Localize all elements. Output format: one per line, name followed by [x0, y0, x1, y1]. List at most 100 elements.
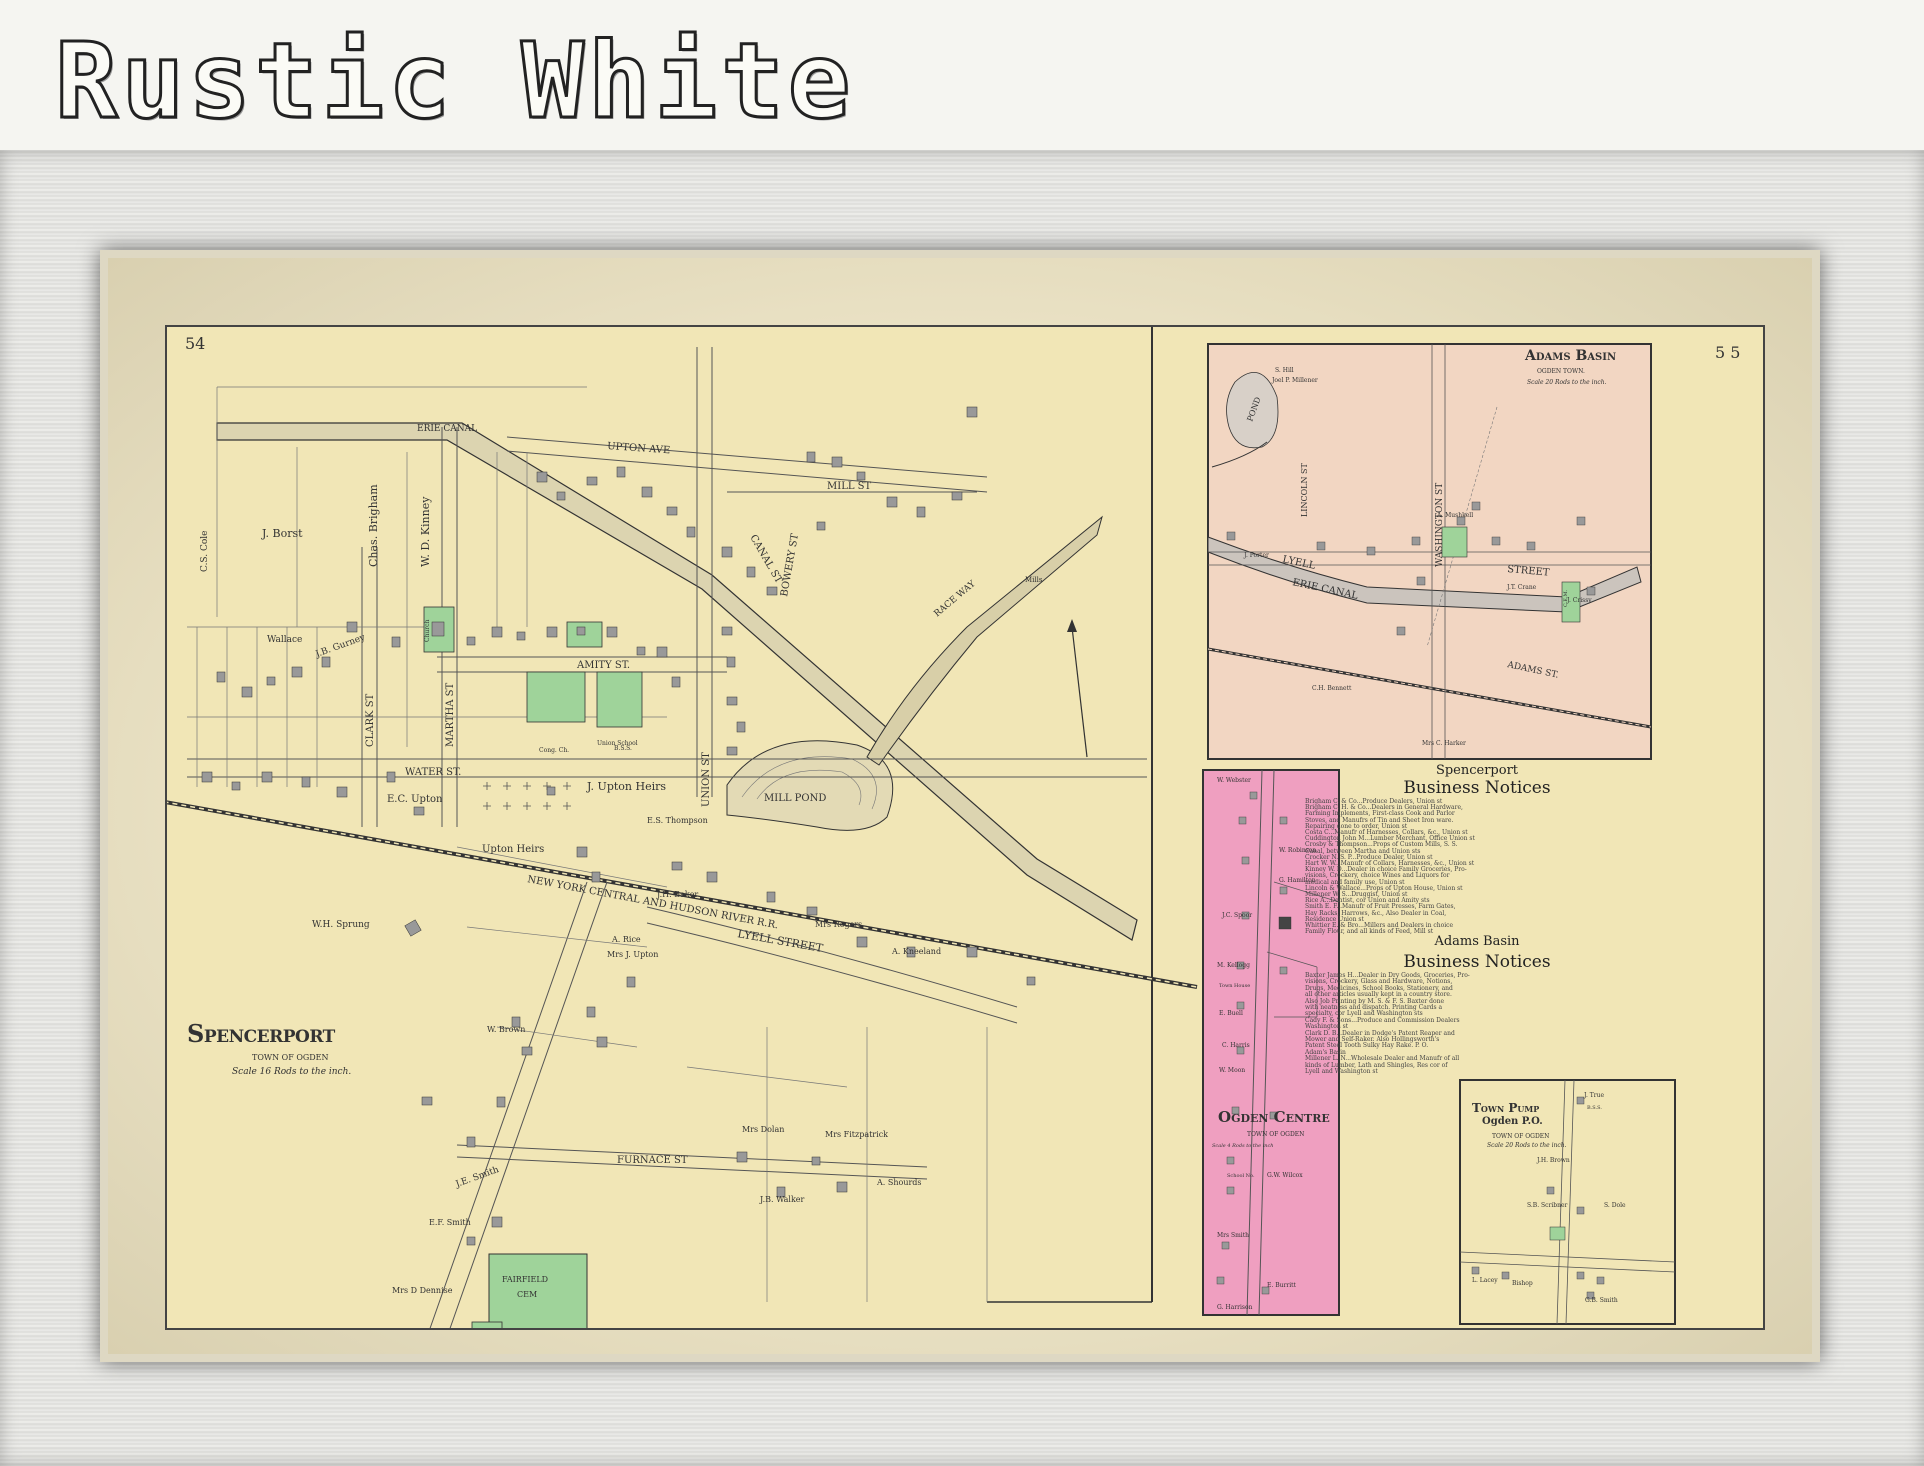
spencerport-notice-place: Spencerport: [1435, 763, 1519, 778]
north-arrow: [1071, 626, 1088, 758]
owner-label: Cong. Ch.: [539, 747, 569, 754]
martha-st-label: MARTHA ST: [445, 683, 456, 747]
owner-label: Town House: [1219, 983, 1250, 989]
owner-label: C.S. Cole: [200, 530, 210, 572]
spencerport-map: ERIE CANAL MILL POND RACE WAY NEW YORK C…: [167, 327, 1198, 1328]
furnace-st-label: FURNACE ST: [617, 1155, 688, 1166]
town-pump-inset: Town Pump Ogden P.O. TOWN OF OGDEN Scale…: [1459, 1079, 1676, 1325]
notice-line: Lyell and Washington st: [1305, 1068, 1378, 1075]
owner-label: W. Moon: [1219, 1067, 1245, 1074]
cemetery-marks: [483, 782, 571, 810]
railroad-label: NEW YORK CENTRAL AND HUDSON RIVER R.R.: [526, 874, 779, 931]
owner-label: L. Lacey: [1472, 1277, 1498, 1284]
owner-label: Chas. Brigham: [367, 484, 380, 567]
owner-label: J. Upton Heirs: [586, 780, 666, 793]
owner-label: G.W. Wilcox: [1267, 1172, 1303, 1179]
furnace-st: [456, 1144, 928, 1168]
town-pump-scale: Scale 20 Rods to the inch.: [1487, 1142, 1567, 1149]
banner-title: Rustic White: [53, 19, 855, 144]
race-way-label: RACE WAY: [933, 579, 979, 620]
adams-basin-scale: Scale 20 Rods to the inch.: [1527, 379, 1607, 386]
owner-label: E.F. Smith: [429, 1218, 471, 1227]
owner-label: J.B. Gurney: [314, 632, 368, 660]
owner-label: Mrs Dolan: [742, 1125, 784, 1134]
owner-label: A. Kneeland: [891, 947, 941, 956]
clark-st-label: CLARK ST: [365, 693, 376, 747]
owner-label: S. Dole: [1604, 1202, 1626, 1209]
mill-pond: [726, 740, 894, 831]
owner-label: J. True: [1583, 1092, 1604, 1099]
adams-basin-subtitle: OGDEN TOWN.: [1537, 368, 1585, 375]
spencerport-notice-title: Business Notices: [1403, 778, 1551, 798]
owner-label: C. Harris: [1222, 1042, 1250, 1049]
owner-label: G.B. Smith: [1585, 1297, 1618, 1304]
owner-label: W. D. Kinney: [419, 496, 432, 567]
owner-label: J.T. Crane: [1506, 584, 1537, 591]
owner-label: A. Mushkell: [1436, 512, 1473, 519]
union-st-label: UNION ST: [701, 752, 712, 807]
owner-label: Mrs Smith: [1217, 1232, 1249, 1239]
banner: Rustic White: [0, 0, 1924, 150]
owner-label: J. Crissy: [1566, 597, 1592, 604]
cemetery-label-2: CEM: [517, 1290, 537, 1299]
race-way: [866, 515, 1103, 766]
town-pump-town: TOWN OF OGDEN: [1492, 1133, 1549, 1140]
owner-label: A. Shourds: [876, 1178, 922, 1187]
canal-st-label: CANAL ST: [747, 533, 784, 586]
ogden-centre-scale: Scale 4 Rods to the inch: [1212, 1143, 1273, 1149]
owner-label: School No.: [1227, 1173, 1255, 1179]
school-lot: [596, 671, 643, 728]
owner-label: W. Brown: [487, 1025, 525, 1034]
adams-lincoln-label: LINCOLN ST: [1300, 463, 1309, 517]
owner-label: Mrs D Dennise: [392, 1286, 453, 1295]
owner-label: Mrs C. Harker: [1422, 740, 1466, 747]
owner-label: Mrs J. Upton: [607, 950, 658, 959]
water-st-label: WATER ST.: [405, 767, 461, 778]
owner-label: Joel P. Millener: [1271, 377, 1318, 384]
owner-label: M. Kellogg: [1217, 962, 1250, 969]
spencerport-title: Spencerport: [187, 1019, 336, 1048]
adams-basin-title: Adams Basin: [1524, 348, 1616, 364]
owner-label: Mrs Rogers: [815, 920, 862, 929]
owner-label: E. Burritt: [1267, 1282, 1297, 1289]
owner-label: S.B. Scribner: [1527, 1202, 1568, 1209]
bowery-st-label: BOWERY ST: [779, 532, 801, 597]
owner-label: J.B. Walker: [759, 1195, 805, 1204]
owner-label: J.C. Spoor: [1221, 912, 1252, 919]
ogden-centre-subtitle: TOWN OF OGDEN: [1247, 1131, 1304, 1138]
owner-label: Bishop: [1512, 1280, 1533, 1287]
owner-label: C.H. Bennett: [1312, 685, 1352, 692]
adams-basin-inset: POND ERIE CANAL LYELL STREET WASHINGTON …: [1207, 343, 1652, 760]
fairfield-cemetery: [488, 1253, 588, 1328]
owner-label: B.S.S.: [1587, 1105, 1602, 1111]
town-pump-title: Town Pump: [1472, 1101, 1539, 1115]
owner-label: W.H. Sprung: [312, 920, 370, 930]
owner-label: Mills: [1025, 576, 1043, 584]
upton-ave-label: UPTON AVE: [607, 441, 671, 456]
adams-notice-place: Adams Basin: [1434, 934, 1520, 949]
owner-label: Mrs Fitzpatrick: [825, 1130, 888, 1139]
amity-st-label: AMITY ST.: [576, 660, 630, 671]
owner-label: E. Buell: [1219, 1010, 1243, 1017]
erie-canal-label: ERIE CANAL: [417, 424, 477, 434]
lyell-st-label: LYELL STREET: [736, 927, 824, 955]
owner-label: W. Webster: [1217, 777, 1251, 784]
cong-ch-lot: [526, 671, 586, 723]
owner-label: G. Harrison: [1217, 1304, 1253, 1311]
owner-label: A. Rice: [611, 935, 641, 944]
owner-label: J. Porter: [1243, 552, 1269, 559]
mill-st-label: MILL ST: [827, 481, 872, 492]
atlas-page: 54 5 5 ERIE CANAL MILL POND RACE WAY NEW…: [165, 325, 1765, 1330]
map-drawing: ERIE CANAL MILL POND RACE WAY NEW YORK C…: [167, 327, 1676, 1328]
owner-label: J.H. Brown: [1536, 1157, 1570, 1164]
spencerport-subtitle: TOWN OF OGDEN: [252, 1053, 329, 1062]
cemetery-label: FAIRFIELD: [502, 1275, 548, 1284]
owner-label: S. Hill: [1275, 367, 1294, 374]
owner-label: J.H. Baker: [656, 890, 698, 899]
owner-label: C.E.M.: [1563, 589, 1569, 607]
owner-label: Upton Heirs: [482, 844, 544, 855]
ogden-centre-title: Ogden Centre: [1218, 1108, 1330, 1126]
owner-label: Wallace: [267, 635, 302, 645]
owner-label: Union School: [597, 740, 638, 747]
owner-label: J. Borst: [261, 527, 303, 540]
